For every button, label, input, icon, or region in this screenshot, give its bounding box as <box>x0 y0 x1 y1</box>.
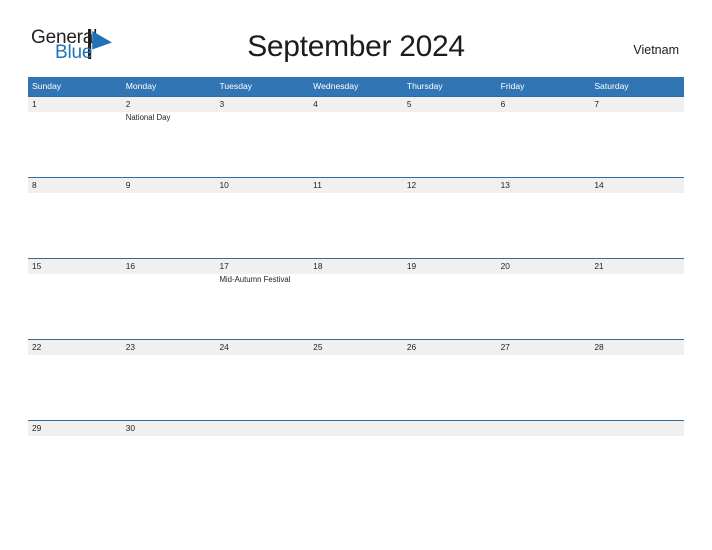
day-event <box>122 436 216 456</box>
day-event <box>122 355 216 420</box>
day-event <box>309 436 403 456</box>
day-number[interactable]: 3 <box>215 97 309 112</box>
day-event <box>590 274 684 339</box>
day-number[interactable]: 11 <box>309 178 403 193</box>
week-row: 1 2 3 4 5 6 7 National Day <box>28 96 684 177</box>
day-event <box>590 436 684 456</box>
day-event: Mid-Autumn Festival <box>219 275 291 284</box>
day-number[interactable]: 7 <box>590 97 684 112</box>
region-label: Vietnam <box>633 43 679 57</box>
calendar-grid: Sunday Monday Tuesday Wednesday Thursday… <box>28 77 684 456</box>
day-number[interactable]: 17 <box>215 259 309 274</box>
week-row: 22 23 24 25 26 27 28 <box>28 339 684 420</box>
week-row: 8 9 10 11 12 13 14 <box>28 177 684 258</box>
week-daynumber-band: 8 9 10 11 12 13 14 <box>28 178 684 193</box>
day-event <box>309 355 403 420</box>
day-number[interactable]: 12 <box>403 178 497 193</box>
calendar-page: General Blue September 2024 Vietnam Sund… <box>0 0 712 550</box>
day-number[interactable]: 26 <box>403 340 497 355</box>
day-event <box>215 193 309 258</box>
week-row: 29 30 <box>28 420 684 456</box>
day-event <box>590 112 684 177</box>
day-event <box>403 112 497 177</box>
day-event <box>497 436 591 456</box>
weekday-wednesday: Wednesday <box>313 81 359 91</box>
day-event <box>497 355 591 420</box>
weekday-saturday: Saturday <box>594 81 629 91</box>
week-daynumber-band: 22 23 24 25 26 27 28 <box>28 340 684 355</box>
day-event <box>215 355 309 420</box>
day-event <box>403 274 497 339</box>
weekday-tuesday: Tuesday <box>219 81 253 91</box>
day-number[interactable]: 24 <box>215 340 309 355</box>
day-number[interactable]: 15 <box>28 259 122 274</box>
day-number[interactable]: 22 <box>28 340 122 355</box>
weekday-monday: Monday <box>125 81 157 91</box>
day-number[interactable]: 2 <box>122 97 216 112</box>
weekday-thursday: Thursday <box>406 81 443 91</box>
day-event: National Day <box>125 113 171 122</box>
day-number[interactable] <box>497 421 591 436</box>
day-number[interactable]: 25 <box>309 340 403 355</box>
day-event <box>28 355 122 420</box>
week-daynumber-band: 15 16 17 18 19 20 21 <box>28 259 684 274</box>
day-event <box>403 355 497 420</box>
day-number[interactable]: 8 <box>28 178 122 193</box>
day-number[interactable]: 27 <box>497 340 591 355</box>
day-number[interactable]: 28 <box>590 340 684 355</box>
day-number[interactable] <box>590 421 684 436</box>
week-event-band <box>28 355 684 420</box>
week-event-band <box>28 193 684 258</box>
day-number[interactable]: 6 <box>497 97 591 112</box>
day-event <box>122 193 216 258</box>
day-event <box>309 112 403 177</box>
day-event <box>215 436 309 456</box>
day-event <box>215 112 309 177</box>
week-event-band: National Day <box>28 112 684 177</box>
day-event <box>309 274 403 339</box>
weekday-header-row: Sunday Monday Tuesday Wednesday Thursday… <box>28 77 684 96</box>
day-event <box>122 274 216 339</box>
day-event <box>497 274 591 339</box>
day-number[interactable]: 20 <box>497 259 591 274</box>
week-event-band: Mid-Autumn Festival <box>28 274 684 339</box>
day-number[interactable]: 1 <box>28 97 122 112</box>
day-number[interactable]: 29 <box>28 421 122 436</box>
week-daynumber-band: 29 30 <box>28 421 684 436</box>
day-number[interactable]: 9 <box>122 178 216 193</box>
weekday-sunday: Sunday <box>32 81 62 91</box>
day-number[interactable] <box>403 421 497 436</box>
day-number[interactable]: 23 <box>122 340 216 355</box>
day-number[interactable]: 14 <box>590 178 684 193</box>
weekday-friday: Friday <box>500 81 525 91</box>
day-number[interactable]: 4 <box>309 97 403 112</box>
day-number[interactable]: 10 <box>215 178 309 193</box>
day-number[interactable] <box>215 421 309 436</box>
day-event <box>590 355 684 420</box>
page-title: September 2024 <box>247 30 465 63</box>
day-event <box>28 193 122 258</box>
page-header: General Blue September 2024 Vietnam <box>0 0 712 63</box>
day-number[interactable]: 5 <box>403 97 497 112</box>
week-daynumber-band: 1 2 3 4 5 6 7 <box>28 97 684 112</box>
day-number[interactable]: 13 <box>497 178 591 193</box>
week-row: 15 16 17 18 19 20 21 Mid-Autumn Festival <box>28 258 684 339</box>
day-number[interactable]: 19 <box>403 259 497 274</box>
week-event-band <box>28 436 684 456</box>
day-number[interactable]: 16 <box>122 259 216 274</box>
day-number[interactable] <box>309 421 403 436</box>
day-event <box>497 112 591 177</box>
day-event <box>309 193 403 258</box>
day-event <box>590 193 684 258</box>
day-event <box>497 193 591 258</box>
day-number[interactable]: 18 <box>309 259 403 274</box>
day-event <box>28 436 122 456</box>
day-event <box>28 112 122 177</box>
day-event <box>403 193 497 258</box>
day-number[interactable]: 21 <box>590 259 684 274</box>
day-number[interactable]: 30 <box>122 421 216 436</box>
day-event <box>28 274 122 339</box>
day-event <box>403 436 497 456</box>
